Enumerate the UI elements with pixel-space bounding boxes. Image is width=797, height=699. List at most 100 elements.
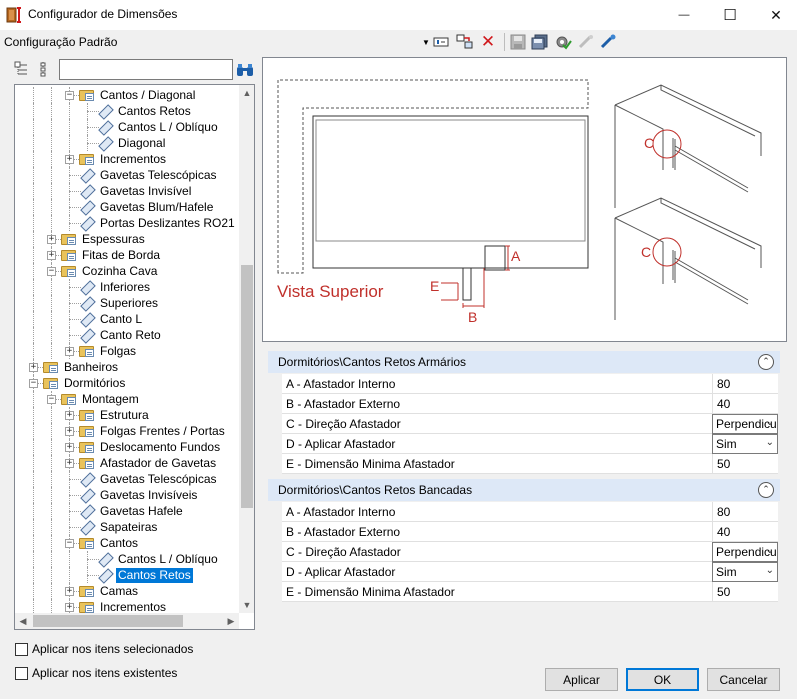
chevron-down-icon[interactable]: ⌄ [766, 437, 774, 448]
scroll-left-icon[interactable]: ◀ [15, 613, 31, 629]
scroll-up-icon[interactable]: ▲ [239, 85, 254, 101]
tree-node[interactable]: Gavetas Blum/Hafele [79, 199, 215, 215]
tree-node[interactable]: Gavetas Invisíveis [79, 487, 199, 503]
collapse-node-icon[interactable]: − [65, 539, 74, 548]
settings-check-icon[interactable] [553, 33, 573, 51]
property-row[interactable]: C - Direção Afastador Perpendicular⌄ [282, 542, 778, 562]
tree-node[interactable]: Cozinha Cava [61, 263, 159, 279]
tree-node[interactable]: Folgas Frentes / Portas [79, 423, 227, 439]
tree-node[interactable]: Gavetas Telescópicas [79, 167, 219, 183]
property-row[interactable]: B - Afastador Externo 40 [282, 522, 778, 542]
tree-node[interactable]: Gavetas Telescópicas [79, 471, 219, 487]
delete-icon[interactable]: ✕ [478, 32, 498, 51]
collapse-node-icon[interactable]: − [29, 379, 38, 388]
tree-node[interactable]: Folgas [79, 343, 138, 359]
tree-node[interactable]: Diagonal [97, 135, 167, 151]
property-value-input[interactable]: 80 [712, 374, 778, 394]
tree-vertical-scrollbar[interactable]: ▲ ▼ [239, 85, 254, 613]
property-row[interactable]: D - Aplicar Afastador Sim ⌄ [282, 434, 778, 454]
property-row[interactable]: A - Afastador Interno 80 [282, 502, 778, 522]
property-row[interactable]: B - Afastador Externo 40 [282, 394, 778, 414]
tree-node[interactable]: Sapateiras [79, 519, 159, 535]
tree-search-input[interactable] [59, 59, 233, 80]
minimize-button[interactable]: — [661, 0, 707, 30]
scroll-down-icon[interactable]: ▼ [239, 597, 254, 613]
tree-node[interactable]: Cantos Retos [97, 103, 193, 119]
chevron-down-icon[interactable]: ⌄ [766, 565, 774, 576]
expand-node-icon[interactable]: + [65, 155, 74, 164]
tree-node[interactable]: Gavetas Invisível [79, 183, 193, 199]
tree-horizontal-scrollbar[interactable]: ◀ ▶ [15, 613, 239, 629]
tree-node[interactable]: Cantos L / Oblíquo [97, 551, 220, 567]
tree-node[interactable]: Banheiros [43, 359, 120, 375]
tool-icon[interactable] [598, 33, 618, 51]
group-header-armarios[interactable]: Dormitórios\Cantos Retos Armários ⌃ [268, 351, 780, 373]
tree-node[interactable]: Inferiores [79, 279, 152, 295]
binoculars-search-icon[interactable] [235, 60, 255, 80]
tree-node[interactable]: Afastador de Gavetas [79, 455, 218, 471]
tree-node[interactable]: Incrementos [79, 599, 168, 613]
expand-node-icon[interactable]: + [65, 459, 74, 468]
close-window-button[interactable]: ✕ [753, 0, 797, 30]
property-select[interactable]: Sim ⌄ [712, 434, 778, 454]
save-all-icon[interactable] [530, 33, 550, 51]
move-icon[interactable] [455, 33, 475, 51]
tree-node[interactable]: Cantos Retos [97, 567, 193, 583]
collapse-all-icon[interactable] [34, 59, 54, 79]
property-row[interactable]: D - Aplicar Afastador Sim ⌄ [282, 562, 778, 582]
expand-node-icon[interactable]: + [65, 347, 74, 356]
apply-existing-checkbox[interactable] [15, 667, 28, 680]
expand-node-icon[interactable]: + [47, 251, 56, 260]
collapse-chevron-icon[interactable]: ⌃ [758, 354, 774, 370]
property-select[interactable]: Sim ⌄ [712, 562, 778, 582]
group-header-bancadas[interactable]: Dormitórios\Cantos Retos Bancadas ⌃ [268, 479, 780, 501]
tree-node[interactable]: Dormitórios [43, 375, 127, 391]
apply-selected-checkbox[interactable] [15, 643, 28, 656]
property-row[interactable]: C - Direção Afastador Perpendicular⌄ [282, 414, 778, 434]
collapse-node-icon[interactable]: − [65, 91, 74, 100]
collapse-node-icon[interactable]: − [47, 267, 56, 276]
property-value-input[interactable]: 40 [712, 394, 778, 414]
tree-node[interactable]: Estrutura [79, 407, 151, 423]
tree-horizontal-scroll-thumb[interactable] [33, 615, 183, 627]
property-row[interactable]: E - Dimensão Minima Afastador 50 [282, 582, 778, 602]
expand-node-icon[interactable]: + [47, 235, 56, 244]
expand-all-icon[interactable] [12, 59, 32, 79]
collapse-chevron-icon[interactable]: ⌃ [758, 482, 774, 498]
tree-node[interactable]: Incrementos [79, 151, 168, 167]
tree-node[interactable]: Deslocamento Fundos [79, 439, 222, 455]
edit-icon[interactable] [431, 33, 451, 51]
tree-node[interactable]: Fitas de Borda [61, 247, 162, 263]
expand-node-icon[interactable]: + [65, 427, 74, 436]
tree-node[interactable]: Cantos [79, 535, 140, 551]
tree-node[interactable]: Canto L [79, 311, 144, 327]
tree-node[interactable]: Portas Deslizantes RO21 [79, 215, 237, 231]
expand-node-icon[interactable]: + [65, 587, 74, 596]
tree-node[interactable]: Cantos / Diagonal [79, 87, 197, 103]
tree-vertical-scroll-thumb[interactable] [241, 265, 253, 508]
property-select[interactable]: Perpendicular⌄ [712, 414, 778, 434]
scroll-right-icon[interactable]: ▶ [223, 613, 239, 629]
property-value-input[interactable]: 50 [712, 582, 778, 602]
tree-node[interactable]: Camas [79, 583, 140, 599]
ok-button[interactable]: OK [626, 668, 699, 691]
cancel-button[interactable]: Cancelar [707, 668, 780, 691]
expand-node-icon[interactable]: + [65, 603, 74, 612]
tree-node[interactable]: Canto Reto [79, 327, 163, 343]
property-value-input[interactable]: 80 [712, 502, 778, 522]
apply-button[interactable]: Aplicar [545, 668, 618, 691]
tree-node[interactable]: Cantos L / Oblíquo [97, 119, 220, 135]
tree-node[interactable]: Superiores [79, 295, 160, 311]
expand-node-icon[interactable]: + [65, 443, 74, 452]
property-row[interactable]: E - Dimensão Minima Afastador 50 [282, 454, 778, 474]
tree-node[interactable]: Gavetas Hafele [79, 503, 185, 519]
maximize-button[interactable]: ☐ [707, 0, 753, 30]
expand-node-icon[interactable]: + [65, 411, 74, 420]
property-select[interactable]: Perpendicular⌄ [712, 542, 778, 562]
property-value-input[interactable]: 50 [712, 454, 778, 474]
property-row[interactable]: A - Afastador Interno 80 [282, 374, 778, 394]
chevron-down-icon[interactable]: ⌄ [766, 417, 774, 428]
collapse-node-icon[interactable]: − [47, 395, 56, 404]
category-tree[interactable]: − Cantos / Diagonal Cantos Retos Cantos L /… [14, 84, 255, 630]
expand-node-icon[interactable]: + [29, 363, 38, 372]
